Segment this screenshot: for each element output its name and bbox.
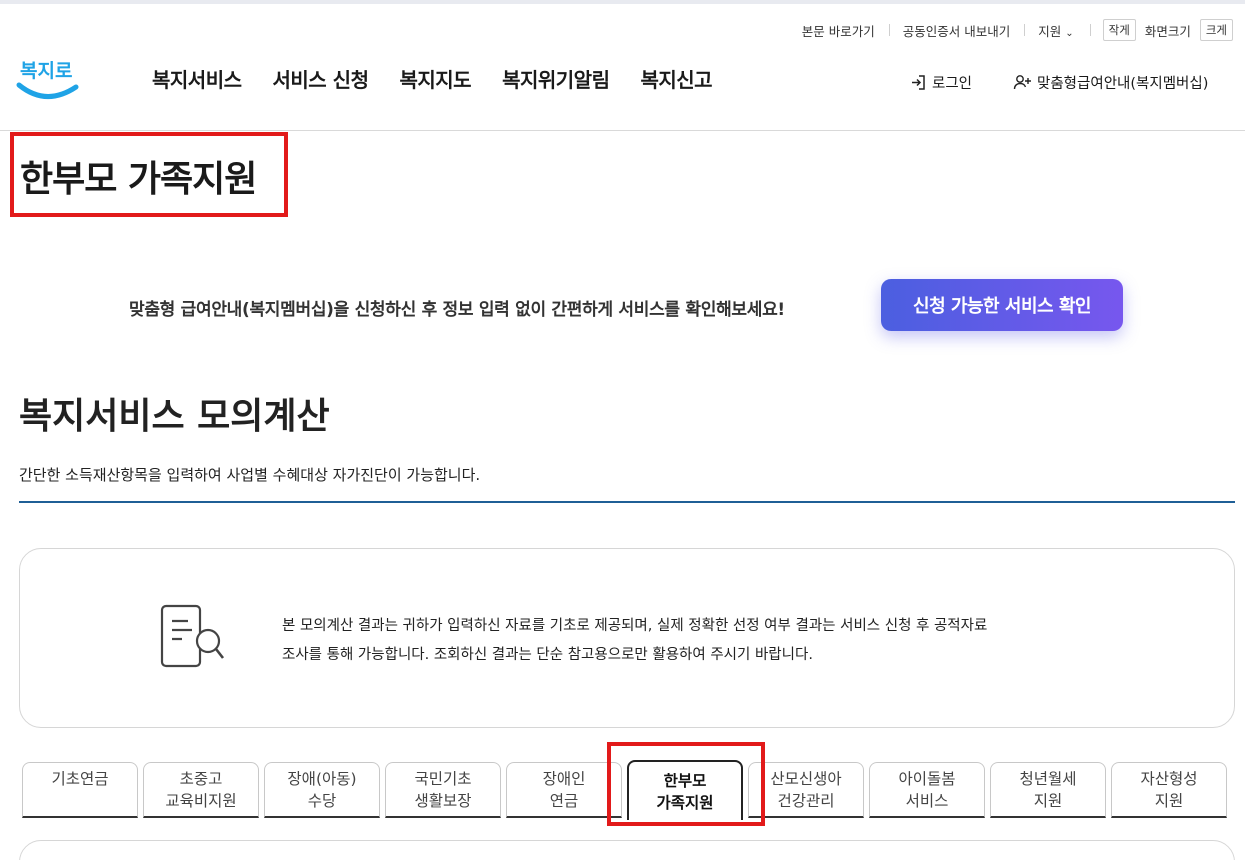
support-label: 지원	[1038, 23, 1062, 39]
tab-label: 지원	[1154, 792, 1184, 810]
tab-label: 장애인	[542, 770, 586, 788]
logo-text: 복지로	[20, 60, 72, 82]
tab-label: 아이돌봄	[898, 770, 956, 788]
section-description: 간단한 소득재산항목을 입력하여 사업별 수혜대상 자가진단이 가능합니다.	[19, 466, 481, 484]
tab-label: 청년월세	[1019, 770, 1077, 788]
check-available-services-button[interactable]: 신청 가능한 서비스 확인	[881, 279, 1123, 331]
tab-label: 초중고	[179, 770, 223, 788]
utility-bar: 본문 바로가기 공동인증서 내보내기 지원 ⌄ 작게 화면크기 크게	[788, 19, 1233, 41]
support-dropdown[interactable]: 지원 ⌄	[1024, 21, 1087, 40]
tab-label: 지원	[1033, 792, 1063, 810]
calculator-form-box	[19, 840, 1235, 860]
font-small-button[interactable]: 작게	[1102, 19, 1136, 41]
tab-school-education[interactable]: 초중고교육비지원	[143, 762, 259, 818]
nav-item-welfare-map[interactable]: 복지지도	[399, 64, 471, 93]
tab-youth-rent-support[interactable]: 청년월세지원	[990, 762, 1106, 818]
top-strip	[0, 0, 1245, 4]
tab-highlight-box	[607, 742, 765, 826]
divider	[1089, 24, 1091, 36]
tab-label: 건강관리	[777, 792, 835, 810]
membership-button[interactable]: 맞춤형급여안내(복지멤버십)	[1013, 72, 1208, 93]
document-search-icon	[156, 604, 228, 670]
login-label: 로그인	[932, 76, 973, 92]
tab-maternal-newborn-care[interactable]: 산모신생아건강관리	[748, 762, 864, 818]
title-highlight-box	[10, 132, 288, 217]
tab-label: 생활보장	[414, 792, 472, 810]
notice-text: 본 모의계산 결과는 귀하가 입력하신 자료를 기초로 제공되며, 실제 정확한…	[282, 612, 1082, 670]
tab-label: 기초연금	[51, 770, 109, 788]
tab-label: 산모신생아	[770, 770, 842, 788]
tab-label: 수당	[307, 792, 337, 810]
nav-item-service-apply[interactable]: 서비스 신청	[273, 64, 369, 93]
membership-banner-text: 맞춤형 급여안내(복지멤버십)을 신청하신 후 정보 입력 없이 간편하게 서비…	[129, 300, 785, 320]
tab-label: 서비스	[905, 792, 949, 810]
tab-disabled-child-allowance[interactable]: 장애(아동) 수당	[264, 762, 380, 818]
cert-export-link[interactable]: 공동인증서 내보내기	[888, 21, 1024, 40]
bokjiro-logo[interactable]: 복지로	[16, 51, 80, 103]
tab-label: 국민기초	[414, 770, 472, 788]
nav-item-crisis-alert[interactable]: 복지위기알림	[502, 64, 610, 93]
font-large-button[interactable]: 크게	[1199, 19, 1233, 41]
section-divider	[19, 501, 1235, 503]
header-divider	[0, 130, 1245, 131]
nav-item-welfare-service[interactable]: 복지서비스	[152, 64, 242, 93]
membership-label: 맞춤형급여안내(복지멤버십)	[1037, 76, 1209, 92]
tab-basic-livelihood[interactable]: 국민기초생활보장	[385, 762, 501, 818]
tab-basic-pension[interactable]: 기초연금	[22, 762, 138, 818]
tab-label: 자산형성	[1140, 770, 1198, 788]
tab-label: 교육비지원	[165, 792, 237, 810]
tab-disability-pension[interactable]: 장애인연금	[506, 762, 622, 818]
notice-line-2: 조사를 통해 가능합니다. 조회하신 결과는 단순 참고용으로만 활용하여 주시…	[282, 647, 813, 663]
skip-to-content-link[interactable]: 본문 바로가기	[788, 21, 889, 40]
tab-label: 연금	[549, 792, 579, 810]
notice-line-1: 본 모의계산 결과는 귀하가 입력하신 자료를 기초로 제공되며, 실제 정확한…	[282, 618, 988, 634]
font-size-label: 화면크기	[1144, 23, 1191, 39]
chevron-down-icon: ⌄	[1065, 27, 1074, 39]
tab-asset-building[interactable]: 자산형성지원	[1111, 762, 1227, 818]
main-nav: 복지서비스 서비스 신청 복지지도 복지위기알림 복지신고	[152, 64, 713, 93]
tab-child-care-service[interactable]: 아이돌봄서비스	[869, 762, 985, 818]
tab-label: 장애(아동)	[287, 770, 357, 788]
section-title: 복지서비스 모의계산	[19, 396, 330, 437]
user-add-icon	[1013, 75, 1031, 90]
login-button[interactable]: 로그인	[910, 72, 972, 93]
nav-item-welfare-report[interactable]: 복지신고	[640, 64, 712, 93]
login-icon	[912, 75, 925, 90]
